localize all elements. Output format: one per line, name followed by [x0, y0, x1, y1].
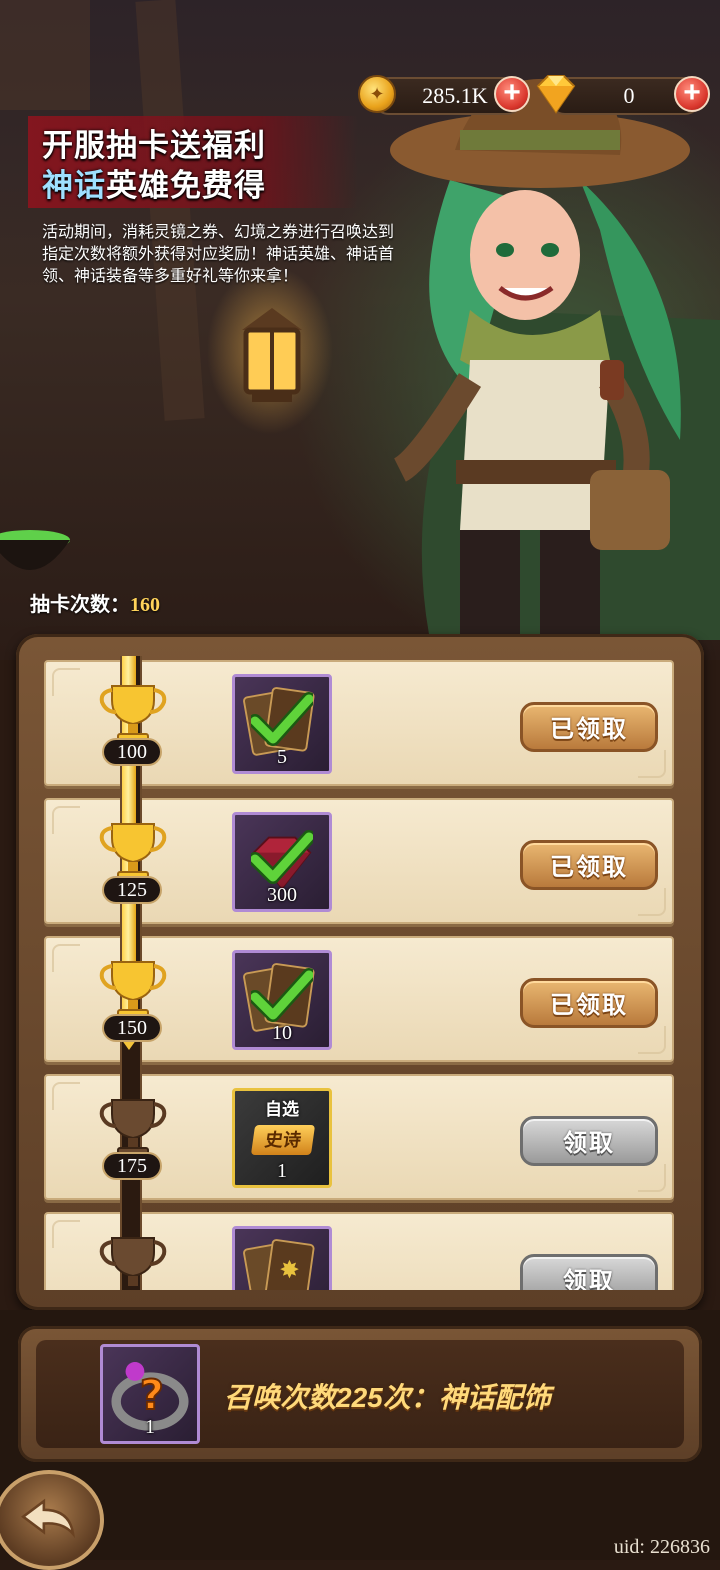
milestone-list[interactable]: 100 5 已领取 125 300 已领取 150 10 已领取 175 自选 …	[36, 656, 678, 1290]
title-accent-text: 神话	[42, 168, 106, 203]
final-reward-quantity: 1	[145, 1416, 155, 1438]
svg-text:✸: ✸	[279, 1255, 299, 1284]
draw-count-label: 抽卡次数：	[30, 594, 130, 616]
milestone-threshold: 150	[102, 1014, 162, 1042]
cauldron-icon	[0, 530, 70, 570]
reward-tag: 自选	[265, 1100, 299, 1119]
gold-coin-icon: ✦	[358, 75, 396, 113]
draw-count: 抽卡次数：160	[30, 588, 160, 617]
claim-button[interactable]: 领取	[520, 1116, 658, 1166]
final-reward-text: 召唤次数225次：神话配饰	[224, 1382, 551, 1413]
gold-trophy-icon	[99, 823, 167, 881]
back-arrow-icon	[21, 1498, 75, 1539]
coin-balance: 285.1K	[422, 83, 488, 108]
claimed-button[interactable]: 已领取	[520, 702, 658, 752]
hero-character-art	[390, 78, 720, 640]
background-window	[0, 0, 90, 110]
milestone-150: 150 10 已领取	[44, 936, 674, 1062]
back-button[interactable]	[0, 1470, 104, 1570]
reward-quantity: 10	[272, 1022, 292, 1044]
claimed-check-icon	[251, 830, 313, 884]
title-rest-text: 英雄免费得	[106, 168, 266, 203]
lantern-icon	[242, 308, 302, 402]
reward-quantity: 1	[277, 1160, 287, 1182]
user-id: uid: 226836	[613, 1536, 710, 1558]
card-pack-icon: ✸	[243, 1239, 315, 1290]
milestone-threshold: 100	[102, 738, 162, 766]
milestone-threshold: 125	[102, 876, 162, 904]
background-beam	[135, 0, 205, 421]
reward-slot[interactable]: ✸	[232, 1226, 332, 1290]
bronze-trophy-icon	[99, 1237, 167, 1286]
bronze-trophy-icon	[99, 1099, 167, 1157]
event-title-line1: 开服抽卡送福利	[42, 128, 266, 163]
claimed-check-icon	[251, 692, 313, 746]
reward-slot[interactable]: 10	[232, 950, 332, 1050]
gem-balance: 0	[623, 83, 635, 108]
reward-slot[interactable]: 自选 史诗 1	[232, 1088, 332, 1188]
claimed-button[interactable]: 已领取	[520, 978, 658, 1028]
claimed-button[interactable]: 已领取	[520, 840, 658, 890]
event-description: 活动期间，消耗灵镜之券、幻境之券进行召唤达到指定次数将额外获得对应奖励！神话英雄…	[42, 224, 395, 285]
milestone-threshold: 175	[102, 1152, 162, 1180]
claim-button[interactable]: 领取	[520, 1254, 658, 1290]
reward-slot[interactable]: 5	[232, 674, 332, 774]
event-title-line2: 神话英雄免费得	[42, 160, 266, 205]
milestone-175: 175 自选 史诗 1 领取	[44, 1074, 674, 1200]
add-coins-button[interactable]: +	[494, 76, 530, 112]
svg-text:?: ?	[140, 1371, 164, 1419]
gold-trophy-icon	[99, 685, 167, 743]
final-reward-slot[interactable]: ? 1	[100, 1344, 200, 1444]
milestone-next: ✸ 领取	[44, 1212, 674, 1290]
claimed-check-icon	[251, 968, 313, 1022]
reward-slot[interactable]: 300	[232, 812, 332, 912]
reward-quantity: 5	[277, 746, 287, 768]
draw-count-value: 160	[130, 594, 160, 616]
reward-quantity: 300	[267, 884, 297, 906]
milestone-100: 100 5 已领取	[44, 660, 674, 786]
epic-badge: 史诗	[250, 1125, 316, 1155]
gem-icon	[536, 75, 576, 114]
milestone-125: 125 300 已领取	[44, 798, 674, 924]
gold-trophy-icon	[99, 961, 167, 1019]
add-gems-button[interactable]: +	[674, 76, 710, 112]
